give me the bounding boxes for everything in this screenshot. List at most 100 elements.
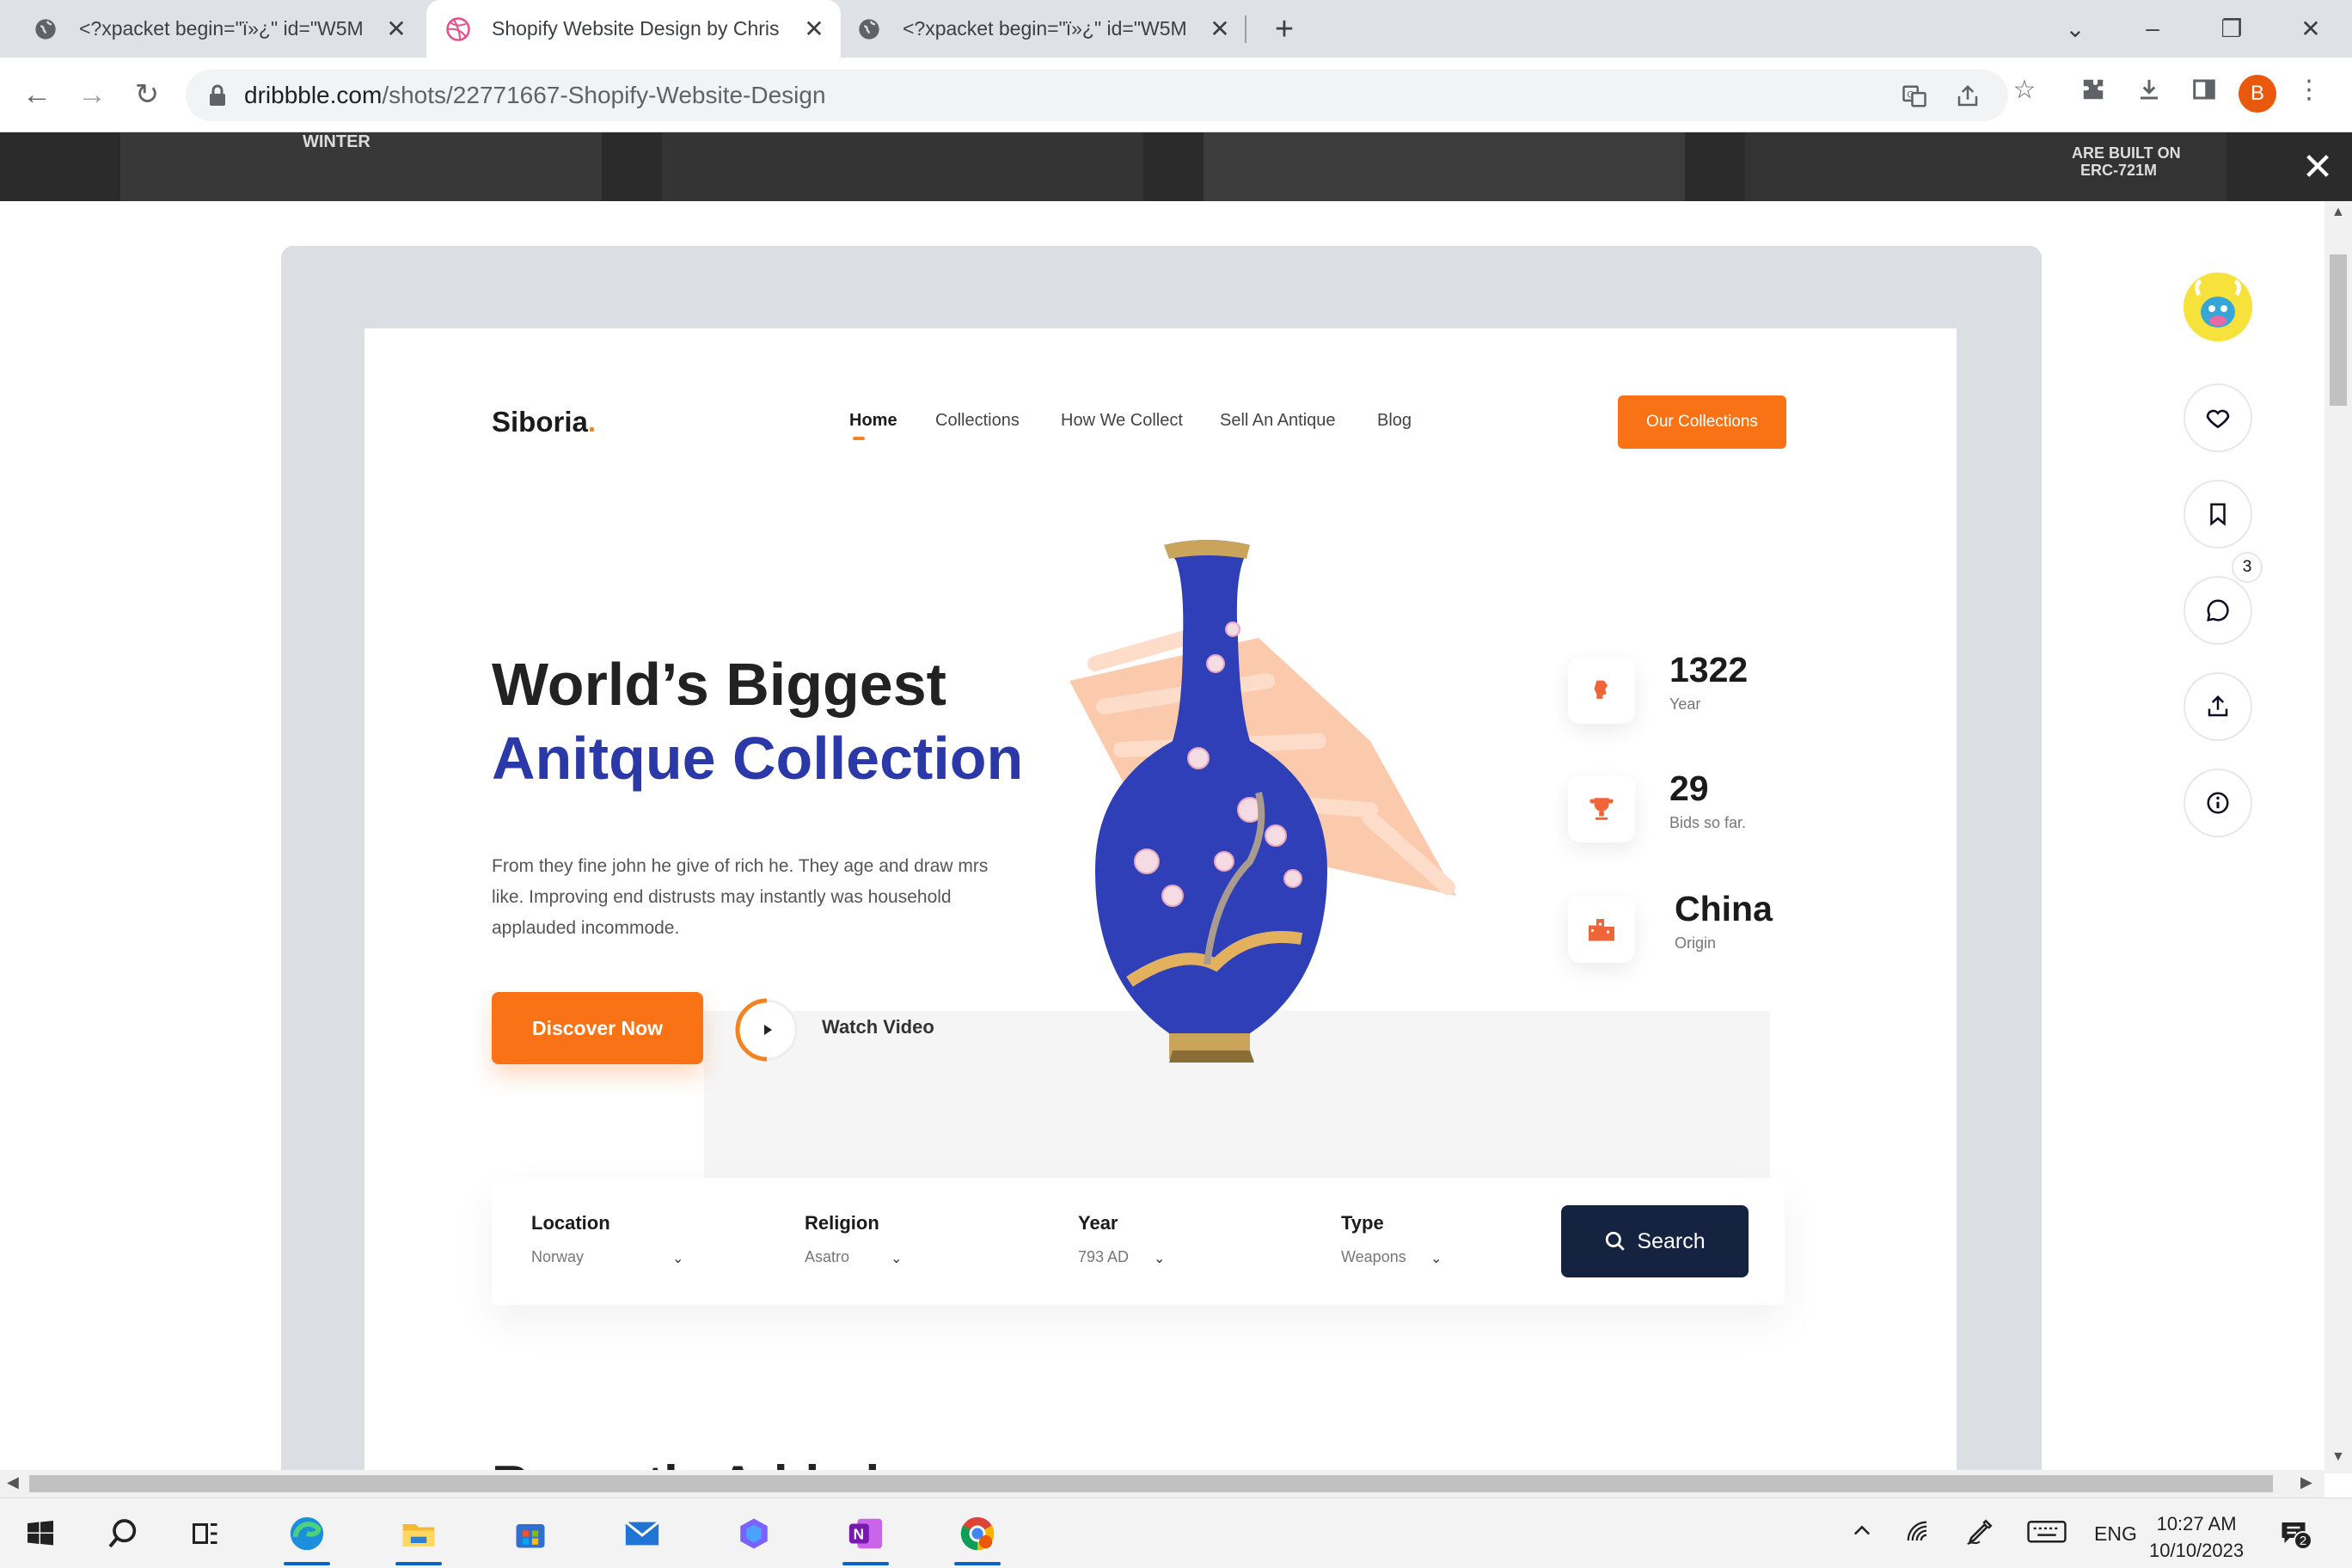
copilot-icon[interactable]	[726, 1507, 782, 1560]
scroll-left-arrow-icon[interactable]: ◀	[7, 1473, 19, 1491]
nav-home[interactable]: Home	[849, 411, 897, 431]
onenote-icon[interactable]: N	[837, 1507, 894, 1565]
scroll-up-arrow-icon[interactable]: ▲	[2331, 205, 2345, 220]
extensions-icon[interactable]	[2076, 72, 2110, 107]
bust-icon	[1568, 657, 1635, 724]
like-button[interactable]	[2184, 383, 2252, 452]
horizontal-scroll-thumb[interactable]	[29, 1475, 2273, 1492]
running-indicator	[395, 1562, 442, 1565]
site-logo[interactable]: Siboria.	[492, 406, 596, 438]
play-video-button[interactable]	[732, 995, 801, 1064]
tab-search-icon[interactable]: ⌄	[2049, 7, 2101, 50]
close-tab-icon[interactable]: ✕	[382, 14, 411, 43]
share-icon[interactable]	[1953, 82, 1982, 111]
share-button[interactable]	[2184, 672, 2252, 741]
file-explorer-icon[interactable]	[390, 1507, 447, 1565]
forward-icon[interactable]: →	[72, 75, 112, 114]
touch-keyboard-icon[interactable]	[2027, 1517, 2067, 1550]
shot-gallery-backdrop: WINTER ARE BUILT ON ERC-721M	[0, 132, 2352, 201]
profile-avatar[interactable]: B	[2239, 75, 2276, 113]
close-tab-icon[interactable]: ✕	[1205, 14, 1234, 43]
buildings-icon	[1568, 896, 1635, 963]
search-button[interactable]: Search	[1561, 1205, 1749, 1277]
show-hidden-icons-icon[interactable]	[1850, 1519, 1874, 1548]
antique-search-bar: Location Norway ⌄ Religion Asatro ⌄ Year…	[492, 1178, 1785, 1305]
antique-vase-image	[1044, 535, 1491, 1102]
play-icon	[735, 998, 798, 1062]
tab-strip: <?xpacket begin="ï»¿" id="W5M ✕ Shopify …	[0, 0, 2352, 58]
year-select[interactable]: 793 AD	[1078, 1248, 1129, 1266]
scroll-down-arrow-icon[interactable]: ▼	[2331, 1449, 2345, 1465]
stat-origin-value: China	[1675, 889, 1773, 928]
tab-3[interactable]: <?xpacket begin="ï»¿" id="W5M ✕	[842, 0, 1246, 58]
chevron-down-icon[interactable]: ⌄	[1154, 1250, 1165, 1267]
search-icon	[1606, 1231, 1626, 1251]
close-tab-icon[interactable]: ✕	[799, 14, 829, 43]
notification-center-icon[interactable]: 2	[2278, 1517, 2312, 1553]
task-view-icon[interactable]	[177, 1507, 234, 1560]
windows-taskbar: N ENG 10:27 AM 10/10/2023 2	[0, 1498, 2352, 1568]
type-select[interactable]: Weapons	[1341, 1248, 1406, 1266]
menu-kebab-icon[interactable]: ⋮	[2292, 72, 2326, 107]
reload-icon[interactable]: ↻	[127, 75, 167, 114]
nav-collections[interactable]: Collections	[935, 411, 1020, 431]
search-icon[interactable]	[95, 1507, 151, 1560]
translate-icon[interactable]: G	[1900, 82, 1929, 111]
watch-video-label[interactable]: Watch Video	[822, 1016, 934, 1038]
religion-label: Religion	[805, 1212, 879, 1234]
vertical-scroll-thumb[interactable]	[2330, 254, 2347, 406]
horizontal-scrollbar[interactable]: ◀ ▶	[0, 1470, 2324, 1498]
system-clock[interactable]: 10:27 AM 10/10/2023	[2149, 1510, 2244, 1564]
logo-dot: .	[587, 406, 597, 438]
nav-how-we-collect[interactable]: How We Collect	[1061, 411, 1183, 431]
stat-year-value: 1322	[1669, 650, 1749, 689]
chevron-down-icon[interactable]: ⌄	[891, 1250, 902, 1267]
url-text: dribbble.com/shots/22771667-Shopify-Webs…	[244, 82, 826, 109]
minimize-icon[interactable]: –	[2127, 7, 2178, 50]
download-icon[interactable]	[2132, 72, 2166, 107]
shot-details-button[interactable]	[2184, 769, 2252, 837]
tab-2[interactable]: Shopify Website Design by Chris ✕	[426, 0, 841, 58]
nav-blog[interactable]: Blog	[1377, 411, 1412, 431]
close-modal-icon[interactable]: ✕	[2299, 146, 2337, 188]
our-collections-button[interactable]: Our Collections	[1618, 395, 1786, 449]
scroll-right-arrow-icon[interactable]: ▶	[2300, 1473, 2312, 1491]
tab-1[interactable]: <?xpacket begin="ï»¿" id="W5M ✕	[0, 0, 423, 58]
discover-now-button[interactable]: Discover Now	[492, 992, 703, 1064]
bookmark-star-icon[interactable]: ☆	[2007, 72, 2042, 107]
mail-icon[interactable]	[614, 1507, 671, 1560]
chevron-down-icon[interactable]: ⌄	[1430, 1250, 1442, 1267]
trophy-icon	[1568, 775, 1635, 842]
globe-icon	[856, 16, 882, 42]
author-avatar[interactable]	[2184, 273, 2252, 341]
windows-start-icon[interactable]	[12, 1507, 69, 1560]
chrome-icon[interactable]	[949, 1507, 1006, 1565]
running-indicator	[284, 1562, 330, 1565]
new-tab-button[interactable]: +	[1265, 10, 1303, 48]
close-window-icon[interactable]: ✕	[2285, 7, 2337, 50]
comments-button[interactable]	[2184, 576, 2252, 645]
tab-title: <?xpacket begin="ï»¿" id="W5M	[903, 17, 1187, 40]
religion-select[interactable]: Asatro	[805, 1248, 849, 1266]
edge-browser-icon[interactable]	[279, 1507, 335, 1565]
back-icon[interactable]: ←	[17, 75, 57, 114]
year-label: Year	[1078, 1212, 1118, 1234]
network-icon[interactable]	[1905, 1519, 1931, 1550]
clock-date: 10/10/2023	[2149, 1540, 2245, 1561]
lock-icon	[210, 84, 225, 106]
type-label: Type	[1341, 1212, 1384, 1234]
microsoft-store-icon[interactable]	[502, 1507, 559, 1560]
address-bar[interactable]: dribbble.com/shots/22771667-Shopify-Webs…	[186, 70, 2008, 121]
chevron-down-icon[interactable]: ⌄	[672, 1250, 683, 1267]
side-panel-icon[interactable]	[2187, 72, 2221, 107]
hero-paragraph: From they fine john he give of rich he. …	[492, 856, 989, 938]
nav-sell-antique[interactable]: Sell An Antique	[1220, 411, 1336, 431]
input-language[interactable]: ENG	[2094, 1522, 2137, 1546]
restore-icon[interactable]: ❐	[2206, 7, 2257, 50]
vertical-scrollbar[interactable]: ▲ ▼	[2324, 201, 2352, 1473]
pen-icon[interactable]	[1965, 1517, 1994, 1552]
save-button[interactable]	[2184, 480, 2252, 548]
bull-mascot-icon	[2184, 273, 2252, 341]
location-select[interactable]: Norway	[531, 1248, 584, 1266]
search-button-label: Search	[1637, 1228, 1706, 1253]
